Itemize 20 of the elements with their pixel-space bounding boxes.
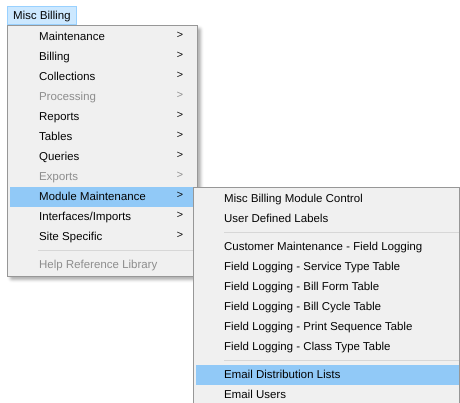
menu-item[interactable]: Reports > bbox=[10, 107, 195, 127]
menu-item[interactable]: Interfaces/Imports > bbox=[10, 207, 195, 227]
menu-item[interactable]: Collections > bbox=[10, 67, 195, 87]
menu-item[interactable]: Field Logging - Bill Form Table bbox=[196, 277, 459, 297]
menu-item[interactable]: Customer Maintenance - Field Logging bbox=[196, 237, 459, 257]
menu-item[interactable]: User Defined Labels bbox=[196, 209, 459, 229]
menu-item[interactable]: Site Specific > bbox=[10, 227, 195, 247]
menu-item[interactable]: Field Logging - Service Type Table bbox=[196, 257, 459, 277]
menu-item[interactable]: Field Logging - Class Type Table bbox=[196, 337, 459, 357]
menu-item[interactable]: Email Users bbox=[196, 385, 459, 403]
menu-bar-item[interactable]: Misc Billing bbox=[7, 6, 77, 25]
menu-item[interactable]: Tables > bbox=[10, 127, 195, 147]
menu-item[interactable]: Billing > bbox=[10, 47, 195, 67]
menu-item[interactable]: Field Logging - Print Sequence Table bbox=[196, 317, 459, 337]
menu-item[interactable]: Module Maintenance > bbox=[10, 187, 195, 207]
menu-item[interactable]: Email Distribution Lists bbox=[196, 365, 459, 385]
menu-item[interactable]: Field Logging - Bill Cycle Table bbox=[196, 297, 459, 317]
menu-item[interactable]: Misc Billing Module Control bbox=[196, 189, 459, 209]
menu-item[interactable]: Maintenance > bbox=[10, 27, 195, 47]
menu-item[interactable]: Queries > bbox=[10, 147, 195, 167]
